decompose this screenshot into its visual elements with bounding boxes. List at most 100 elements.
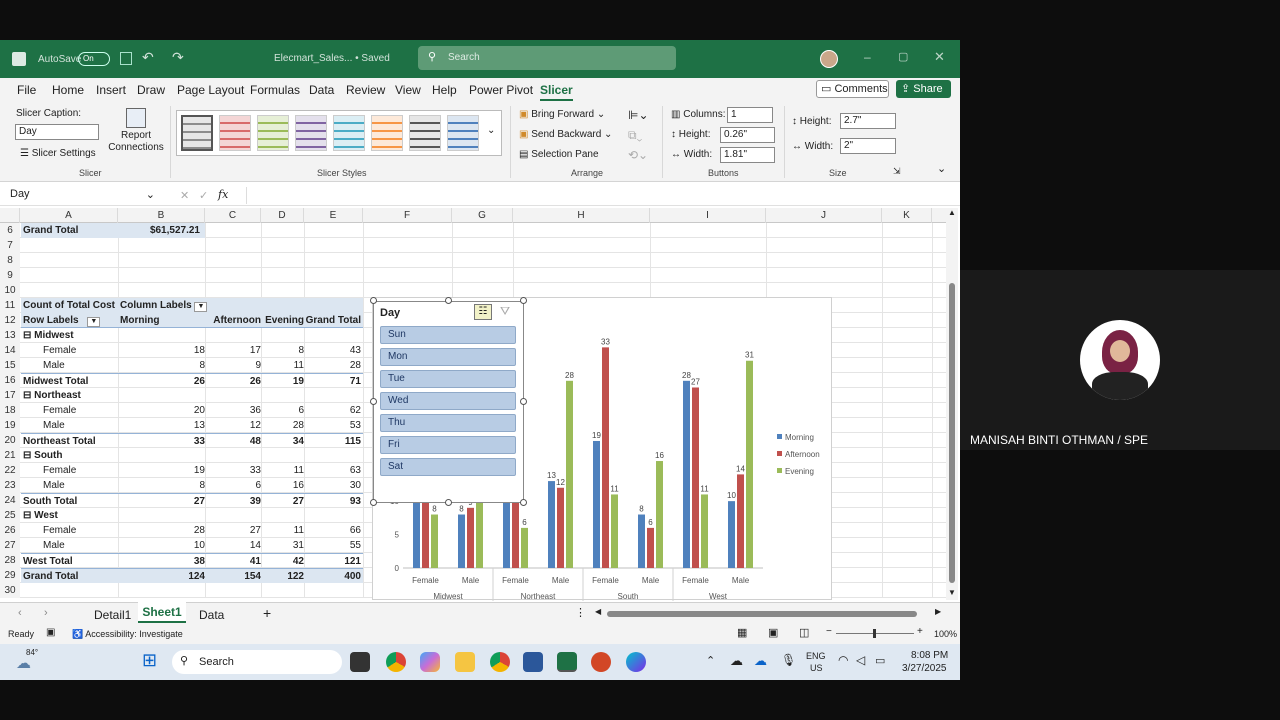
resize-handle[interactable] xyxy=(520,398,527,405)
row-header[interactable]: 7 xyxy=(0,238,20,253)
pivot-col-header[interactable]: Morning xyxy=(118,313,205,328)
col-header[interactable]: A xyxy=(20,208,118,223)
slicer-item-thu[interactable]: Thu xyxy=(380,414,516,432)
tab-data[interactable]: Data xyxy=(309,83,334,97)
pivot-value[interactable]: 11 xyxy=(261,463,304,478)
pivot-value[interactable]: 27 xyxy=(261,493,304,508)
pivot-value[interactable] xyxy=(261,448,304,463)
pivot-value[interactable]: 11 xyxy=(261,523,304,538)
selection-pane-button[interactable]: ▤ Selection Pane xyxy=(519,149,599,160)
next-sheet-icon[interactable]: › xyxy=(44,607,48,619)
size-height-input[interactable]: 2.7" xyxy=(840,113,896,129)
volume-icon[interactable]: ◁ xyxy=(856,653,865,667)
pivot-value[interactable]: 34 xyxy=(261,433,304,448)
pivot-value[interactable] xyxy=(205,448,261,463)
row-header[interactable]: 22 xyxy=(0,463,20,478)
pivot-value[interactable] xyxy=(261,508,304,523)
zoom-out-icon[interactable]: − xyxy=(826,626,832,637)
start-icon[interactable]: ⊞ xyxy=(142,650,157,671)
row-header[interactable]: 21 xyxy=(0,448,20,463)
pivot-row-label[interactable]: Female xyxy=(21,523,118,538)
pivot-value[interactable]: 6 xyxy=(261,403,304,418)
pivot-value[interactable]: 26 xyxy=(205,373,261,388)
normal-view-icon[interactable]: ▦ xyxy=(737,626,747,639)
row-header[interactable]: 24 xyxy=(0,493,20,508)
pivot-row-label[interactable]: Female xyxy=(21,403,118,418)
pivot-value[interactable] xyxy=(118,328,205,343)
pivot-row-label[interactable]: Male xyxy=(21,478,118,493)
pivot-value[interactable]: 121 xyxy=(304,553,363,568)
pivot-value[interactable]: 71 xyxy=(304,373,363,388)
group-icon[interactable]: ⧉⌄ xyxy=(628,128,642,143)
maximize-icon[interactable]: ▢ xyxy=(898,50,908,63)
pivot-value[interactable]: 28 xyxy=(261,418,304,433)
pivot-value[interactable]: 55 xyxy=(304,538,363,553)
share-button[interactable]: ⇪ Share xyxy=(896,80,951,98)
rotate-icon[interactable]: ⟲⌄ xyxy=(628,148,648,162)
pivot-row-label[interactable]: ⊟ Northeast xyxy=(21,388,118,403)
scroll-down-icon[interactable]: ▼ xyxy=(948,588,956,597)
pivot-value[interactable] xyxy=(304,508,363,523)
row-header[interactable]: 17 xyxy=(0,388,20,403)
pivot-value[interactable]: 27 xyxy=(118,493,205,508)
pivot-value[interactable]: 9 xyxy=(205,358,261,373)
pivot-row-label[interactable]: West Total xyxy=(21,553,118,568)
grand-total-label[interactable]: Grand Total xyxy=(21,223,118,238)
pivot-value[interactable]: 16 xyxy=(261,478,304,493)
tab-insert[interactable]: Insert xyxy=(96,83,126,97)
zoom-slider[interactable]: − + xyxy=(826,626,926,639)
pivot-value[interactable]: 42 xyxy=(261,553,304,568)
powerpoint-icon[interactable] xyxy=(591,652,611,672)
row-header[interactable]: 20 xyxy=(0,433,20,448)
clear-filter-icon[interactable]: ⛛ xyxy=(500,304,510,319)
tab-slicer[interactable]: Slicer xyxy=(540,83,573,101)
col-header[interactable]: K xyxy=(882,208,932,223)
pivot-value[interactable]: 8 xyxy=(118,358,205,373)
pivot-row-label[interactable]: Male xyxy=(21,358,118,373)
formula-input[interactable] xyxy=(246,187,952,204)
clock-date[interactable]: 3/27/2025 xyxy=(902,663,947,674)
pivot-value[interactable] xyxy=(304,328,363,343)
taskbar-search[interactable]: ⚲ Search xyxy=(172,650,342,674)
columns-input[interactable]: 1 xyxy=(727,107,773,123)
resize-handle[interactable] xyxy=(445,297,452,304)
tab-view[interactable]: View xyxy=(395,83,421,97)
slicer-item-sun[interactable]: Sun xyxy=(380,326,516,344)
undo-icon[interactable]: ↶ xyxy=(142,49,154,66)
pivot-value[interactable]: 33 xyxy=(118,433,205,448)
function-icon[interactable]: fx xyxy=(218,188,228,201)
col-header[interactable]: G xyxy=(452,208,513,223)
chrome-profile-icon[interactable] xyxy=(490,652,510,672)
size-dialog-icon[interactable]: ⇲ xyxy=(893,166,901,177)
align-icon[interactable]: ⊫⌄ xyxy=(628,108,649,122)
resize-handle[interactable] xyxy=(370,499,377,506)
macro-icon[interactable]: ▣ xyxy=(46,627,55,638)
report-connections-button[interactable]: Report Connections xyxy=(108,106,164,164)
select-all[interactable] xyxy=(0,208,20,223)
tab-power-pivot[interactable]: Power Pivot xyxy=(469,83,533,97)
pivot-value[interactable]: 11 xyxy=(261,358,304,373)
pivot-row-labels[interactable]: Row Labels ▼ xyxy=(21,313,118,328)
pivot-value[interactable]: 19 xyxy=(118,463,205,478)
resize-handle[interactable] xyxy=(520,297,527,304)
row-header[interactable]: 25 xyxy=(0,508,20,523)
pivot-value[interactable] xyxy=(261,328,304,343)
tab-help[interactable]: Help xyxy=(432,83,457,97)
prev-sheet-icon[interactable]: ‹ xyxy=(18,607,22,619)
save-icon[interactable] xyxy=(120,52,132,65)
col-header[interactable]: B xyxy=(118,208,205,223)
row-header[interactable]: 11 xyxy=(0,298,20,313)
pivot-value[interactable]: 28 xyxy=(304,358,363,373)
accessibility-status[interactable]: ♿ Accessibility: Investigate xyxy=(72,629,183,640)
row-header[interactable]: 29 xyxy=(0,568,20,583)
pivot-row-label[interactable]: ⊟ Midwest xyxy=(21,328,118,343)
row-header[interactable]: 28 xyxy=(0,553,20,568)
pivot-value[interactable] xyxy=(118,448,205,463)
battery-icon[interactable]: ▭ xyxy=(875,654,885,667)
pivot-value[interactable]: 8 xyxy=(118,478,205,493)
row-header[interactable]: 8 xyxy=(0,253,20,268)
col-header[interactable]: D xyxy=(261,208,304,223)
word-icon[interactable] xyxy=(523,652,543,672)
task-view-icon[interactable] xyxy=(350,652,370,672)
style-swatch[interactable] xyxy=(371,115,403,151)
